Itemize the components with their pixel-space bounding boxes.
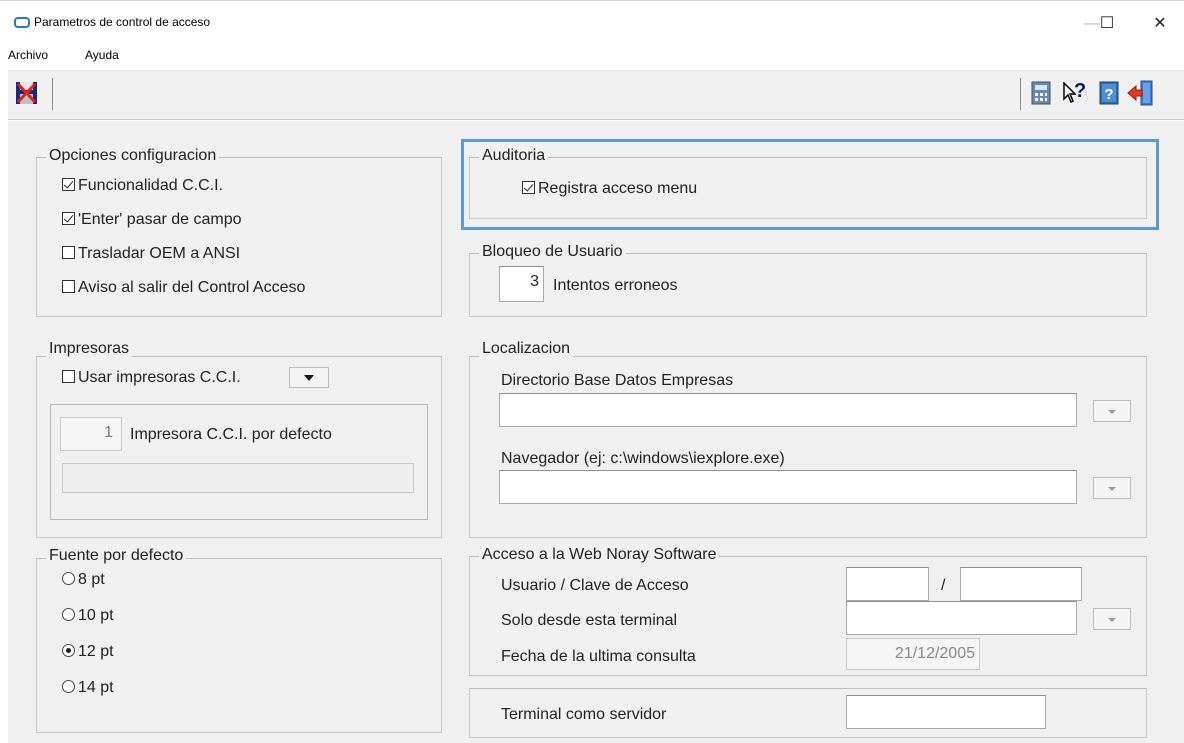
servidor-input[interactable] [846, 695, 1046, 729]
funcionalidad-cci-checkbox[interactable]: Funcionalidad C.C.I. [62, 176, 223, 196]
navegador-input[interactable] [499, 470, 1077, 504]
radio-label: 8 pt [78, 571, 105, 588]
toolbar-separator [52, 78, 53, 110]
app-icon [14, 17, 30, 28]
svg-text:?: ? [1104, 86, 1113, 103]
toolbar [8, 70, 1184, 120]
terminal-input[interactable] [846, 601, 1077, 635]
radio-label: 12 pt [78, 643, 114, 660]
web-title: Acceso a la Web Noray Software [479, 546, 720, 564]
fuente-10pt-radio[interactable]: 10 pt [62, 606, 114, 626]
directorio-input[interactable] [499, 393, 1077, 427]
radio-label: 10 pt [78, 607, 114, 624]
checkbox-box[interactable] [62, 280, 75, 293]
checkbox-box[interactable] [522, 181, 535, 194]
registra-acceso-menu-checkbox[interactable]: Registra acceso menu [522, 179, 697, 199]
clave-input[interactable] [960, 567, 1082, 601]
terminal-dropdown-button[interactable] [1093, 608, 1131, 630]
checkbox-box[interactable] [62, 370, 75, 383]
navegador-dropdown-button[interactable] [1093, 477, 1131, 499]
opciones-title: Opciones configuracion [46, 147, 220, 165]
radio-circle[interactable] [62, 572, 75, 585]
fecha-consulta-label: Fecha de la ultima consulta [501, 648, 696, 665]
impresora-defecto-name-field [62, 463, 414, 493]
checkbox-box[interactable] [62, 212, 75, 225]
save-exit-icon[interactable] [14, 79, 40, 107]
impresoras-title: Impresoras [46, 340, 133, 358]
help-book-icon[interactable]: ? [1098, 80, 1122, 106]
checkbox-label: Aviso al salir del Control Acceso [78, 279, 306, 296]
directorio-dropdown-button[interactable] [1093, 400, 1131, 422]
fuente-title: Fuente por defecto [46, 547, 187, 565]
toolbar-separator [1020, 78, 1021, 110]
navegador-label: Navegador (ej: c:\windows\iexplore.exe) [501, 450, 785, 467]
trasladar-oem-checkbox[interactable]: Trasladar OEM a ANSI [62, 244, 240, 264]
radio-label: 14 pt [78, 679, 114, 696]
checkbox-box[interactable] [62, 178, 75, 191]
window-title: Parametros de control de acceso [34, 15, 211, 29]
bloqueo-title: Bloqueo de Usuario [479, 243, 626, 261]
checkbox-box[interactable] [62, 246, 75, 259]
checkbox-label: Trasladar OEM a ANSI [78, 245, 241, 262]
menu-ayuda[interactable]: Ayuda [85, 48, 119, 62]
terminal-label: Solo desde esta terminal [501, 612, 678, 629]
help-question-mark: ? [1074, 80, 1087, 102]
menu-archivo[interactable]: Archivo [8, 48, 48, 62]
radio-circle[interactable] [62, 644, 75, 657]
checkbox-label: Registra acceso menu [538, 180, 698, 197]
usuario-clave-separator: / [941, 577, 946, 594]
checkbox-label: 'Enter' pasar de campo [78, 211, 242, 228]
usuario-clave-label: Usuario / Clave de Acceso [501, 577, 689, 594]
maximize-button[interactable]: ☐ [1092, 10, 1122, 38]
fuente-12pt-radio[interactable]: 12 pt [62, 642, 114, 662]
close-button[interactable]: ✕ [1145, 10, 1175, 38]
fecha-consulta-value: 21/12/2005 [846, 638, 980, 670]
checkbox-label: Usar impresoras C.C.I. [78, 369, 241, 386]
impresora-defecto-number: 1 [60, 417, 122, 451]
whats-this-help-icon[interactable]: ? [1062, 80, 1092, 106]
impresora-defecto-label: Impresora C.C.I. por defecto [130, 426, 332, 443]
fuente-14pt-radio[interactable]: 14 pt [62, 678, 114, 698]
directorio-label: Directorio Base Datos Empresas [501, 372, 734, 389]
usar-impresoras-checkbox[interactable]: Usar impresoras C.C.I. [62, 368, 241, 388]
exit-door-icon[interactable] [1126, 78, 1156, 108]
servidor-label: Terminal como servidor [501, 706, 667, 723]
auditoria-title: Auditoria [479, 147, 549, 165]
radio-circle[interactable] [62, 608, 75, 621]
calculator-icon[interactable] [1030, 80, 1052, 106]
fuente-8pt-radio[interactable]: 8 pt [62, 570, 105, 590]
usuario-input[interactable] [846, 567, 929, 601]
aviso-salir-checkbox[interactable]: Aviso al salir del Control Acceso [62, 278, 305, 298]
menu-bar [0, 44, 1184, 66]
localizacion-title: Localizacion [479, 340, 574, 358]
enter-pasar-campo-checkbox[interactable]: 'Enter' pasar de campo [62, 210, 242, 230]
intentos-erroneos-input[interactable]: 3 [499, 266, 544, 302]
checkbox-label: Funcionalidad C.C.I. [78, 177, 223, 194]
radio-circle[interactable] [62, 680, 75, 693]
impresoras-dropdown-button[interactable] [289, 367, 329, 388]
intentos-erroneos-label: Intentos erroneos [553, 277, 678, 294]
